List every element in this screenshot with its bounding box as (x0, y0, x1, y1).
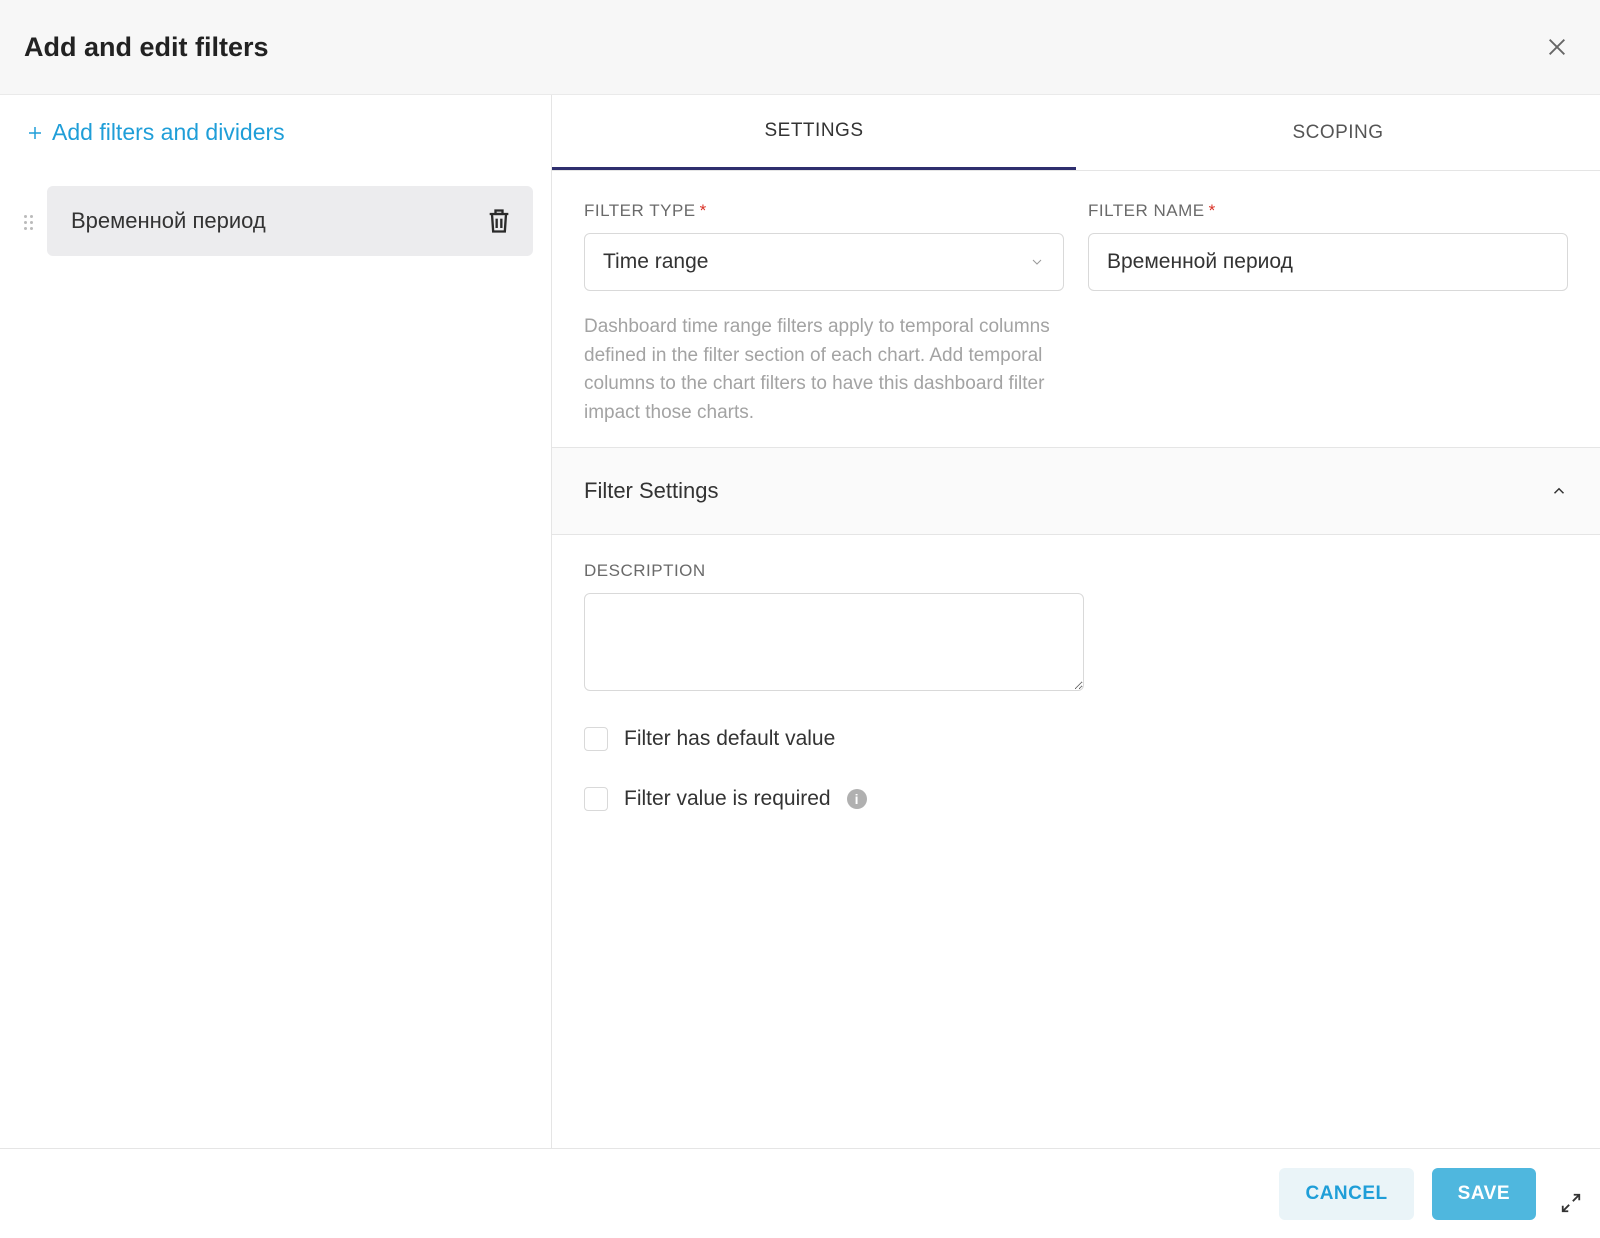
description-textarea[interactable] (584, 593, 1084, 691)
filter-pill[interactable]: Временной период (47, 186, 533, 256)
description-label: DESCRIPTION (584, 561, 1568, 581)
default-value-checkbox[interactable] (584, 727, 608, 751)
required-value-checkbox[interactable] (584, 787, 608, 811)
required-star: * (700, 201, 707, 220)
default-value-label: Filter has default value (624, 727, 835, 751)
drag-handle-icon[interactable] (24, 213, 33, 230)
filter-type-select[interactable]: Time range (584, 233, 1064, 291)
settings-form: FILTER TYPE* Time range FILTER NAME* (552, 171, 1600, 447)
add-filters-label: Add filters and dividers (52, 119, 285, 146)
info-icon[interactable]: i (847, 789, 867, 809)
required-star: * (1209, 201, 1216, 220)
settings-panel: SETTINGS SCOPING FILTER TYPE* Time range (552, 95, 1600, 1148)
filter-settings-header[interactable]: Filter Settings (552, 447, 1600, 535)
required-value-row: Filter value is required i (584, 787, 1568, 811)
cancel-button[interactable]: CANCEL (1279, 1168, 1413, 1220)
filter-type-label: FILTER TYPE* (584, 201, 1064, 221)
filter-type-value: Time range (603, 250, 708, 274)
plus-icon (26, 124, 44, 142)
tab-bar: SETTINGS SCOPING (552, 95, 1600, 171)
modal-footer: CANCEL SAVE (0, 1148, 1600, 1238)
default-value-row: Filter has default value (584, 727, 1568, 751)
filter-pill-label: Временной период (71, 208, 266, 234)
modal-title: Add and edit filters (24, 32, 269, 63)
tab-settings[interactable]: SETTINGS (552, 95, 1076, 170)
trash-icon[interactable] (485, 207, 513, 235)
save-button[interactable]: SAVE (1432, 1168, 1536, 1220)
add-filters-button[interactable]: Add filters and dividers (24, 119, 533, 146)
filter-type-helper: Dashboard time range filters apply to te… (584, 313, 1104, 427)
chevron-up-icon (1550, 482, 1568, 500)
modal-header: Add and edit filters (0, 0, 1600, 95)
expand-icon[interactable] (1560, 1192, 1582, 1214)
close-icon[interactable] (1546, 36, 1568, 58)
modal-body: Add filters and dividers Временной перио… (0, 95, 1600, 1148)
filter-name-label: FILTER NAME* (1088, 201, 1568, 221)
filters-sidebar: Add filters and dividers Временной перио… (0, 95, 552, 1148)
tab-scoping[interactable]: SCOPING (1076, 95, 1600, 170)
filter-name-input[interactable] (1088, 233, 1568, 291)
filter-settings-body: DESCRIPTION Filter has default value Fil… (552, 535, 1600, 837)
filter-list-item: Временной период (24, 186, 533, 256)
required-value-label: Filter value is required (624, 787, 831, 811)
chevron-down-icon (1029, 254, 1045, 270)
filter-settings-title: Filter Settings (584, 478, 719, 504)
